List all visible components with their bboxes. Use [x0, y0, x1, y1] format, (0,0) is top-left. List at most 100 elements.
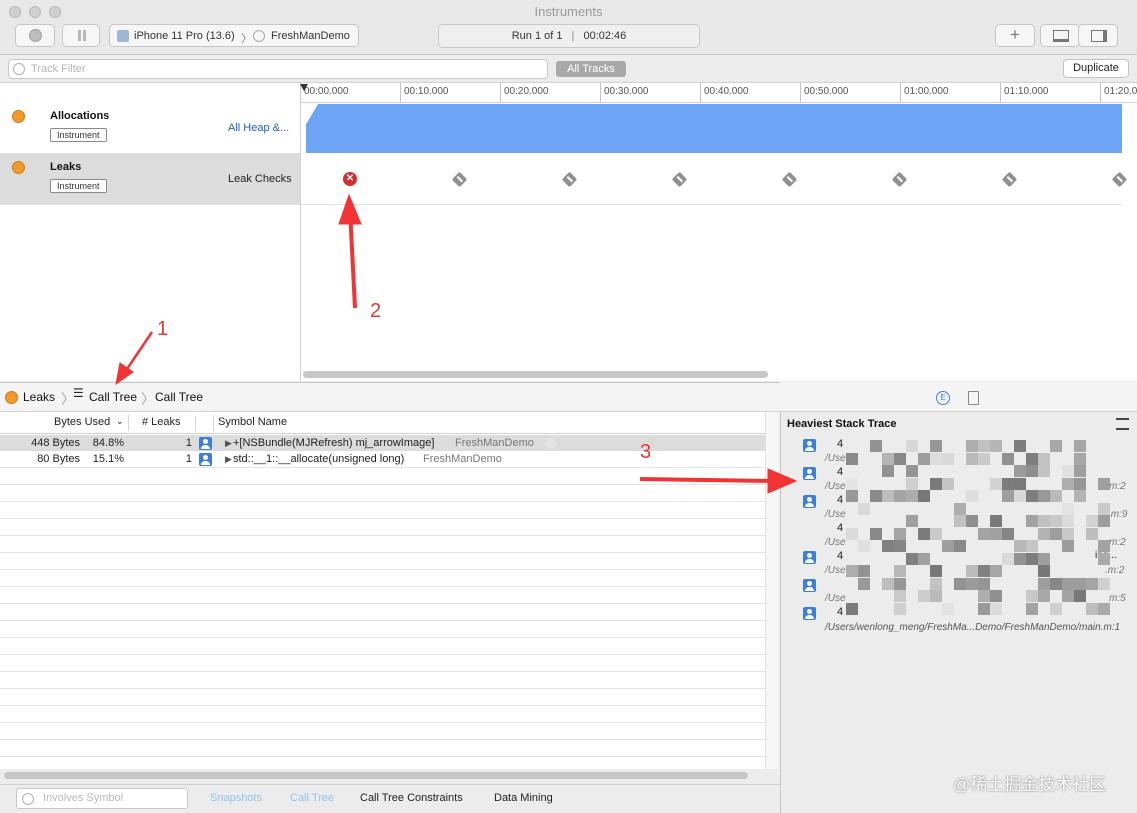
redaction-block: [846, 477, 858, 490]
column-bytes-used[interactable]: Bytes Used: [54, 416, 110, 428]
breadcrumb-call-tree-current[interactable]: Call Tree: [155, 390, 203, 404]
redaction-block: [1026, 552, 1038, 565]
chevron-right-icon: 〉: [141, 391, 155, 407]
leak-detected-icon[interactable]: ✕: [343, 172, 357, 186]
bytes-percent: 84.8%: [92, 437, 124, 449]
redaction-block: [930, 440, 942, 452]
redaction-block: [1086, 577, 1098, 590]
involves-symbol-input[interactable]: Involves Symbol: [16, 788, 188, 809]
redaction-block: [1062, 515, 1074, 527]
redaction-block: [1038, 565, 1050, 577]
tab-snapshots[interactable]: Snapshots: [210, 792, 262, 804]
run-status: Run 1 of 1 | 00:02:46: [438, 24, 700, 48]
symbol-name: +[NSBundle(MJRefresh) mj_arrowImage]: [233, 437, 435, 449]
redaction-block: [930, 577, 942, 590]
frame-path: /Use: [825, 481, 846, 492]
redaction-block: [930, 477, 942, 490]
redaction-block: [870, 440, 882, 452]
frame-number: 4: [837, 550, 844, 562]
redaction-block: [1086, 515, 1098, 527]
track-filter-input[interactable]: Track Filter: [8, 59, 548, 79]
breadcrumb-leaks[interactable]: Leaks: [23, 390, 55, 404]
ruler-tick: 00:20.000: [500, 83, 549, 102]
pause-button[interactable]: [62, 24, 100, 47]
add-instrument-button[interactable]: +: [995, 24, 1035, 47]
extended-detail-icon[interactable]: E: [936, 391, 950, 405]
track-detail-label: Leak Checks: [228, 173, 292, 185]
tab-call-tree[interactable]: Call Tree: [290, 792, 334, 804]
table-horizontal-scrollbar[interactable]: [4, 772, 748, 779]
bytes-used: 448 Bytes: [31, 437, 80, 449]
redaction-block: [1050, 577, 1062, 590]
window-title: Instruments: [534, 4, 603, 19]
redaction-block: [966, 440, 978, 452]
stack-options-icon[interactable]: [1116, 418, 1129, 430]
duplicate-button[interactable]: Duplicate: [1063, 59, 1129, 78]
redaction-block: [894, 452, 906, 465]
document-icon[interactable]: [968, 391, 979, 405]
track-detail-link[interactable]: All Heap &...: [228, 122, 289, 134]
device-icon: [117, 30, 129, 42]
redaction-block: [894, 602, 906, 615]
toggle-bottom-panel-button[interactable]: [1040, 24, 1080, 47]
redaction-block: [1002, 452, 1014, 465]
record-icon: [29, 29, 42, 42]
column-leaks[interactable]: # Leaks: [142, 416, 181, 428]
redaction-block: [906, 515, 918, 527]
user-code-icon: [803, 579, 816, 592]
frame-number: 4: [837, 606, 844, 618]
toggle-right-panel-button[interactable]: [1078, 24, 1118, 47]
redaction-block: [978, 565, 990, 577]
redaction-block: [1014, 540, 1026, 552]
column-symbol-name[interactable]: Symbol Name: [218, 416, 287, 428]
tab-call-tree-constraints[interactable]: Call Tree Constraints: [360, 792, 463, 804]
redaction-block: [882, 465, 894, 477]
redaction-block: [894, 540, 906, 552]
redaction-block: [1074, 440, 1086, 452]
redaction-block: [1062, 477, 1074, 490]
redaction-block: [906, 440, 918, 452]
redaction-block: [966, 452, 978, 465]
redaction-block: [1038, 490, 1050, 502]
record-button[interactable]: [15, 24, 55, 47]
playhead-icon[interactable]: [300, 84, 308, 91]
redaction-block: [1050, 515, 1062, 527]
tab-data-mining[interactable]: Data Mining: [494, 792, 553, 804]
disclosure-triangle-icon[interactable]: ▶: [225, 451, 232, 467]
track-leaks[interactable]: Leaks Instrument Leak Checks: [0, 154, 300, 205]
redaction-block: [882, 577, 894, 590]
instrument-badge: Instrument: [50, 179, 107, 193]
breadcrumb-call-tree[interactable]: Call Tree: [89, 390, 137, 404]
track-allocations[interactable]: Allocations Instrument All Heap &...: [0, 103, 300, 154]
annotation-2: 2: [370, 300, 382, 322]
leak-count: 1: [185, 437, 192, 449]
redaction-block: [1062, 465, 1074, 477]
timeline-scrollbar[interactable]: [303, 371, 768, 378]
redaction-block: [930, 565, 942, 577]
disclosure-triangle-icon[interactable]: ▶: [225, 435, 232, 451]
frame-path: /Use: [825, 537, 846, 548]
redaction-block: [1062, 590, 1074, 602]
redaction-block: [978, 577, 990, 590]
stack-trace-title: Heaviest Stack Trace: [787, 418, 897, 430]
app-icon: [253, 30, 265, 42]
redaction-block: [1062, 527, 1074, 540]
user-code-icon: [199, 453, 212, 466]
redaction-block: [954, 577, 966, 590]
redaction-block: [1050, 440, 1062, 452]
redaction-block: [978, 527, 990, 540]
table-vertical-scrollbar[interactable]: [765, 412, 779, 769]
redaction-block: [1098, 552, 1110, 565]
go-to-source-icon[interactable]: [545, 438, 556, 449]
redaction-block: [906, 465, 918, 477]
user-code-icon: [803, 551, 816, 564]
redaction-block: [894, 577, 906, 590]
all-tracks-button[interactable]: All Tracks: [556, 61, 626, 77]
watermark: @稀土掘金技术社区: [953, 775, 1107, 794]
redaction-block: [1098, 502, 1110, 515]
redaction-block: [918, 452, 930, 465]
target-device-selector[interactable]: iPhone 11 Pro (13.6) 〉 FreshManDemo: [109, 24, 359, 47]
redaction-block: [1038, 515, 1050, 527]
redaction-block: [1014, 552, 1026, 565]
redaction-block: [918, 552, 930, 565]
